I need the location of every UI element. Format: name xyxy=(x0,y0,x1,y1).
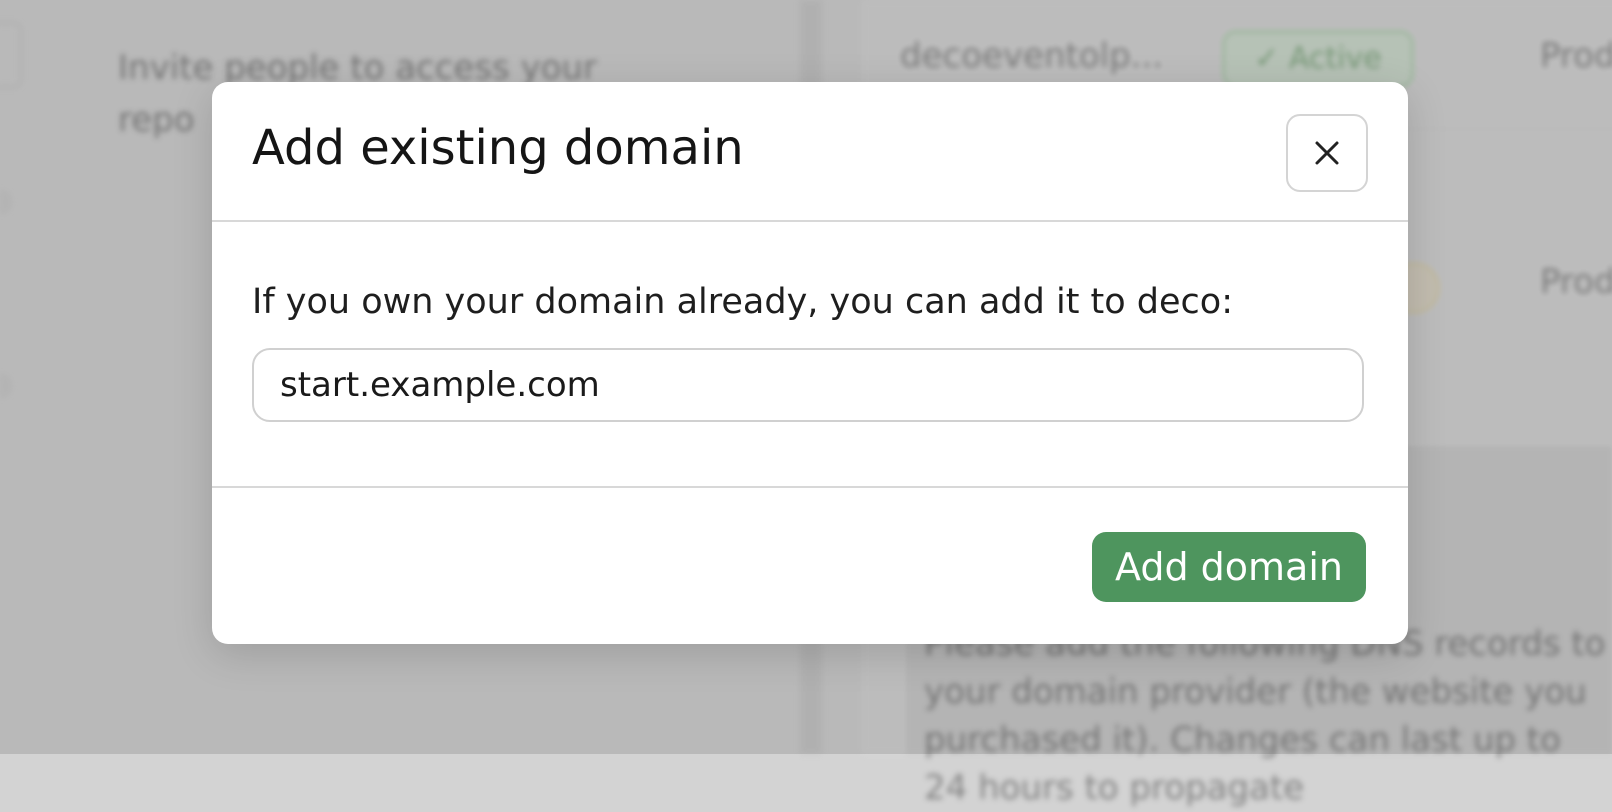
close-button[interactable] xyxy=(1286,114,1368,192)
add-domain-button[interactable]: Add domain xyxy=(1092,532,1366,602)
domain-input[interactable] xyxy=(252,348,1364,422)
close-icon xyxy=(1315,141,1339,165)
dialog-title: Add existing domain xyxy=(252,120,744,176)
dialog-header: Add existing domain xyxy=(212,82,1408,222)
add-domain-dialog: Add existing domain If you own your doma… xyxy=(212,82,1408,644)
dialog-body: If you own your domain already, you can … xyxy=(212,222,1408,488)
domain-prompt-label: If you own your domain already, you can … xyxy=(252,282,1234,322)
dialog-footer: Add domain xyxy=(212,488,1408,644)
